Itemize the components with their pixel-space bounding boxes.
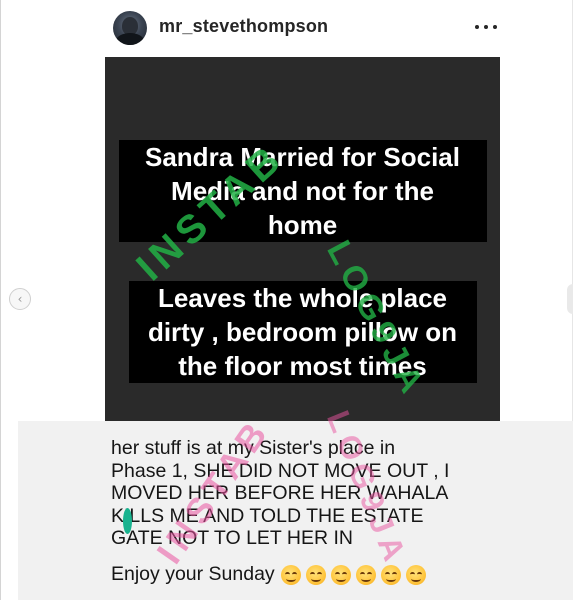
image-caption-bottom: Leaves the whole place dirty , bedroom p… [128,281,477,383]
avatar[interactable] [113,11,147,45]
smiling-face-icon [380,564,401,585]
closing-text: Enjoy your Sunday [111,563,275,585]
post-text-line: her stuff is at my Sister's place in [111,437,396,459]
modal-left-divider [0,0,1,600]
username-link[interactable]: mr_stevethompson [159,16,328,37]
post-text-line: MOVED HER BEFORE HER WAHALA [111,482,449,505]
post-text-line: Phase 1, SHE DID NOT MOVE OUT , I [111,459,450,482]
image-caption-line: Sandra Married for Social [145,142,460,172]
smiling-face-icon [405,564,426,585]
smiling-face-icon [305,564,326,585]
smiling-face-icon [280,564,301,585]
emoji-row [280,564,426,585]
image-caption-line: dirty , bedroom pillow on [147,317,458,347]
chevron-left-icon: ‹ [17,292,23,306]
watermark-mark [123,508,132,534]
post-text-line: GATE NOT TO LET HER IN [111,527,353,550]
image-caption-line: Leaves the whole place [157,283,447,313]
previous-post-button[interactable]: ‹ [9,288,31,310]
image-caption-line: the floor most times [178,351,427,381]
closing-line: Enjoy your Sunday [111,563,426,586]
more-options-icon[interactable] [475,17,497,37]
post-image-dark-panel: Sandra Married for Social Media and not … [105,57,500,421]
instagram-post-modal: mr_stevethompson ‹ Sandra Married for So… [0,0,573,600]
smiling-face-icon [355,564,376,585]
post-image-text: her stuff is at my Sister's place in Pha… [111,437,531,550]
image-caption-top: Sandra Married for Social Media and not … [118,140,487,242]
image-caption-line: Media and not for the [171,176,434,206]
image-caption-line: home [267,210,338,240]
post-text-line: KILLS ME AND TOLD THE ESTATE [111,504,424,527]
next-post-edge[interactable] [567,284,573,314]
post-header: mr_stevethompson [0,0,573,56]
smiling-face-icon [330,564,351,585]
